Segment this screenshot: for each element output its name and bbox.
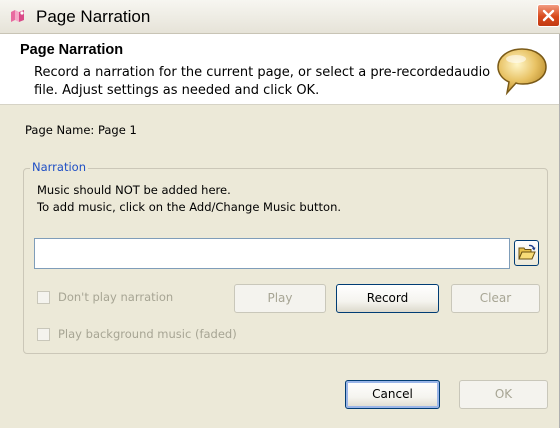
- header-title: Page Narration: [20, 42, 124, 58]
- header-panel: Page Narration Record a narration for th…: [0, 34, 559, 105]
- clear-button[interactable]: Clear: [451, 284, 540, 313]
- checkbox-box[interactable]: [37, 291, 50, 304]
- music-note-line2: To add music, click on the Add/Change Mu…: [37, 200, 342, 214]
- play-button[interactable]: Play: [234, 284, 326, 313]
- close-button[interactable]: [537, 4, 560, 27]
- record-button[interactable]: Record: [336, 284, 439, 313]
- narration-file-input[interactable]: [34, 238, 510, 269]
- folder-open-icon: [518, 244, 536, 260]
- speech-bubble-icon: [497, 48, 547, 96]
- dont-play-narration-label: Don't play narration: [58, 290, 174, 304]
- narration-group-legend: Narration: [30, 160, 88, 174]
- checkbox-box[interactable]: [37, 328, 50, 341]
- cancel-button[interactable]: Cancel: [345, 380, 440, 409]
- close-icon: [542, 9, 555, 22]
- window-title: Page Narration: [36, 7, 151, 26]
- header-description: Record a narration for the current page,…: [34, 65, 491, 98]
- page-name-label: Page Name: Page 1: [25, 123, 137, 137]
- title-bar[interactable]: Page Narration: [0, 0, 560, 34]
- page-narration-dialog: Page Narration Page Narration Record a n…: [0, 0, 560, 428]
- app-icon: [11, 10, 24, 22]
- play-background-music-label: Play background music (faded): [58, 327, 237, 341]
- ok-button[interactable]: OK: [459, 380, 548, 409]
- browse-button[interactable]: [514, 240, 539, 266]
- music-note-line1: Music should NOT be added here.: [37, 183, 231, 197]
